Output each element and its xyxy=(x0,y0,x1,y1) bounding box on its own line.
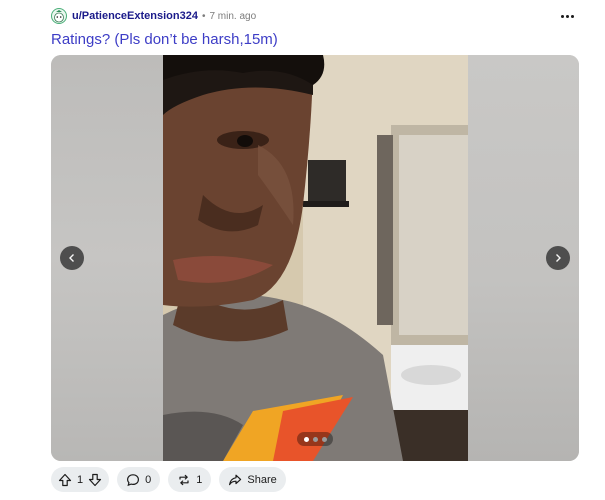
downvote-button[interactable] xyxy=(87,472,103,488)
more-dot-icon xyxy=(560,14,564,18)
vote-control: 1 xyxy=(51,467,110,492)
crosspost-icon xyxy=(179,474,189,485)
comments-button[interactable]: 0 xyxy=(117,467,161,492)
comment-bubble-icon xyxy=(127,473,140,486)
crosspost-count: 1 xyxy=(196,473,203,486)
crosspost-button[interactable]: 1 xyxy=(168,467,212,492)
share-arrow-icon xyxy=(229,474,242,485)
more-dot-icon xyxy=(570,14,574,18)
vote-score: 1 xyxy=(77,473,84,486)
more-dot-icon xyxy=(565,14,569,18)
gallery-dot[interactable] xyxy=(312,436,318,442)
more-options-button[interactable] xyxy=(557,8,577,24)
snoo-avatar-icon xyxy=(54,10,64,23)
chevron-left-icon xyxy=(69,254,74,262)
upvote-arrow-icon xyxy=(58,473,72,486)
gallery-pagination xyxy=(297,432,333,446)
post-gallery[interactable] xyxy=(51,55,579,461)
upvote-button[interactable] xyxy=(57,472,73,488)
gallery-image[interactable] xyxy=(163,55,468,461)
selfie-photo xyxy=(163,55,468,461)
share-button[interactable]: Share xyxy=(219,467,286,492)
meta-separator: • xyxy=(201,10,206,22)
downvote-arrow-icon xyxy=(89,473,102,486)
comments-count: 0 xyxy=(145,473,152,486)
gallery-prev-button[interactable] xyxy=(60,246,84,270)
gallery-dot[interactable] xyxy=(321,436,327,442)
post-header: u/PatienceExtension324 • 7 min. ago xyxy=(51,6,591,26)
avatar[interactable] xyxy=(51,8,67,24)
post-title[interactable]: Ratings? (Pls don’t be harsh,15m) xyxy=(51,31,278,48)
gallery-next-button[interactable] xyxy=(546,246,570,270)
post-action-bar: 1 0 1 Share xyxy=(51,467,286,492)
share-label: Share xyxy=(247,473,277,486)
gallery-dot-active[interactable] xyxy=(303,436,309,442)
post-author-link[interactable]: u/PatienceExtension324 xyxy=(72,10,198,22)
chevron-right-icon xyxy=(556,254,561,262)
post-timestamp: 7 min. ago xyxy=(209,10,257,22)
